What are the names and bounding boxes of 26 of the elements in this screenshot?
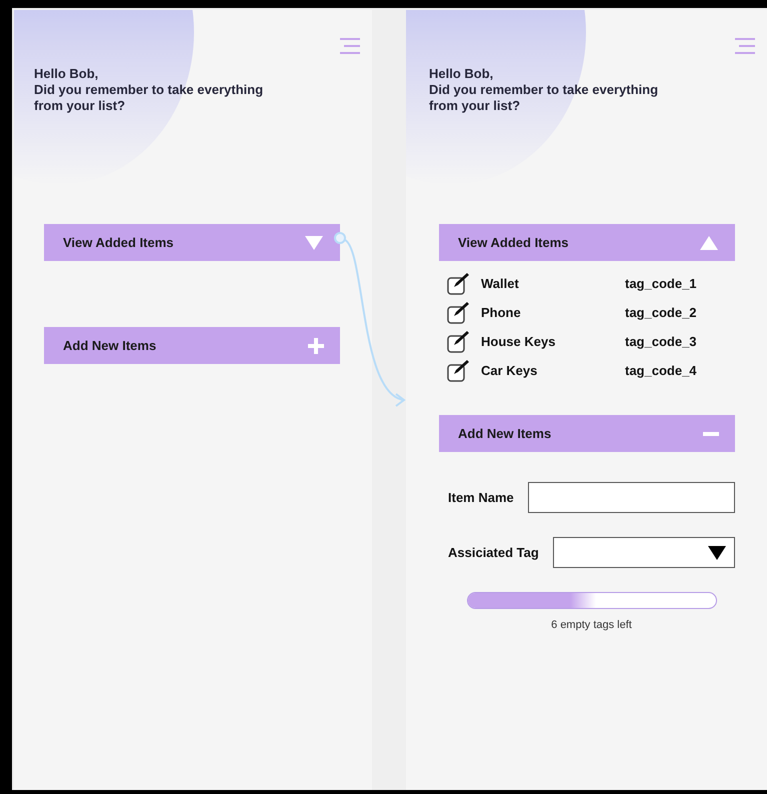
tag-code: tag_code_1	[625, 274, 697, 293]
checked-checkbox-icon[interactable]	[447, 300, 471, 324]
tag-code: tag_code_3	[625, 332, 697, 351]
progress-caption: 6 empty tags left	[551, 618, 632, 633]
tag-code: tag_code_4	[625, 362, 697, 380]
tag-code: tag_code_2	[625, 304, 697, 322]
checked-checkbox-icon[interactable]	[447, 272, 471, 296]
field-label: Item Name	[448, 488, 514, 507]
checked-checkbox-icon[interactable]	[447, 358, 471, 382]
item-name: Car Keys	[481, 362, 538, 380]
question-text: Did you remember to take everything from your list?	[34, 82, 264, 114]
item-name-field[interactable]	[528, 482, 735, 513]
item-name: Wallet	[481, 274, 520, 293]
section-header[interactable]: View Added Items	[439, 224, 735, 261]
field-label: Assiciated Tag	[448, 544, 539, 562]
section-header[interactable]: View Added Items	[44, 224, 340, 261]
item-name: House Keys	[481, 332, 556, 351]
greeting-text: Hello Bob,	[429, 66, 494, 82]
section-header[interactable]: Add New Items	[439, 415, 735, 452]
dropdown-caret-icon	[708, 546, 726, 560]
checked-checkbox-icon[interactable]	[447, 330, 471, 354]
question-text: Did you remember to take everything from your list?	[429, 82, 660, 114]
section-header[interactable]: Add New Items	[44, 327, 340, 364]
greeting-text: Hello Bob,	[34, 66, 100, 82]
tag-dropdown[interactable]	[552, 537, 735, 568]
item-name: Phone	[481, 304, 522, 322]
